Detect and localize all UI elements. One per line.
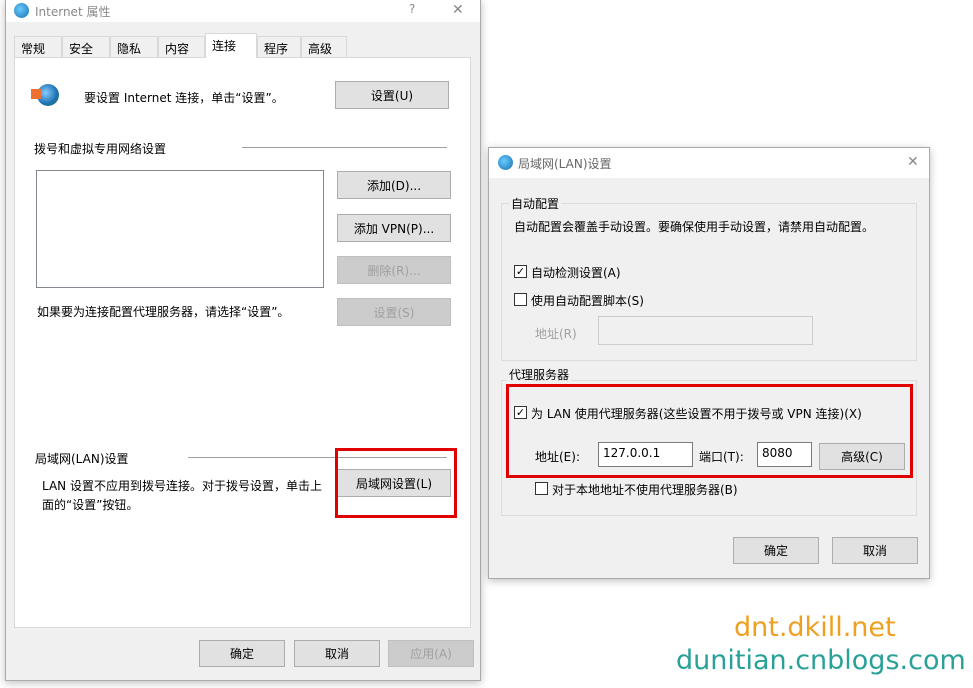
globe-icon bbox=[498, 155, 513, 170]
help-button[interactable]: ? bbox=[409, 2, 415, 16]
tab-security[interactable]: 安全 bbox=[62, 36, 110, 57]
auto-script-checkbox[interactable] bbox=[514, 293, 527, 306]
window-title: Internet 属性 bbox=[35, 5, 111, 19]
lan-close-button[interactable]: ✕ bbox=[907, 154, 919, 170]
title-bar: Internet 属性 ? ✕ bbox=[6, 0, 480, 22]
bypass-local-checkbox[interactable] bbox=[535, 482, 548, 495]
add-vpn-button[interactable]: 添加 VPN(P)... bbox=[337, 214, 451, 242]
auto-config-label: 自动配置 bbox=[509, 195, 562, 212]
proxy-hint: 如果要为连接配置代理服务器，请选择“设置”。 bbox=[37, 305, 290, 319]
lan-text: LAN 设置不应用到拨号连接。对于拨号设置，单击上面的“设置”按钮。 bbox=[42, 479, 322, 512]
tab-programs[interactable]: 程序 bbox=[257, 36, 301, 57]
auto-script-label[interactable]: 使用自动配置脚本(S) bbox=[531, 292, 644, 309]
tab-advanced[interactable]: 高级 bbox=[301, 36, 347, 57]
watermark-line1: dnt.dkill.net bbox=[734, 612, 896, 643]
highlight-box bbox=[506, 384, 913, 478]
tab-connections[interactable]: 连接 bbox=[205, 33, 257, 58]
tab-panel: 要设置 Internet 连接，单击“设置”。 设置(U) 拨号和虚拟专用网络设… bbox=[14, 57, 471, 628]
remove-button[interactable]: 删除(R)... bbox=[337, 256, 451, 284]
setup-button[interactable]: 设置(U) bbox=[335, 81, 449, 109]
lan-title: 局域网(LAN)设置 bbox=[518, 157, 612, 171]
close-button[interactable]: ✕ bbox=[452, 2, 464, 18]
auto-detect-label[interactable]: 自动检测设置(A) bbox=[531, 264, 621, 281]
ok-button[interactable]: 确定 bbox=[199, 640, 285, 667]
highlight-box bbox=[335, 448, 457, 518]
lan-ok-button[interactable]: 确定 bbox=[733, 537, 819, 564]
setup-text: 要设置 Internet 连接，单击“设置”。 bbox=[84, 91, 284, 105]
bypass-local-label[interactable]: 对于本地地址不使用代理服务器(B) bbox=[552, 481, 738, 498]
dialup-header: 拨号和虚拟专用网络设置 bbox=[34, 142, 167, 156]
watermark-line2: dunitian.cnblogs.com bbox=[676, 645, 966, 676]
script-address-label: 地址(R) bbox=[535, 327, 577, 341]
globe-icon bbox=[14, 3, 29, 18]
arrow-icon bbox=[31, 89, 41, 99]
cancel-button[interactable]: 取消 bbox=[294, 640, 380, 667]
auto-detect-checkbox[interactable]: ✓ bbox=[514, 265, 527, 278]
auto-config-desc: 自动配置会覆盖手动设置。要确保使用手动设置，请禁用自动配置。 bbox=[514, 220, 875, 234]
apply-button[interactable]: 应用(A) bbox=[388, 640, 474, 667]
tab-privacy[interactable]: 隐私 bbox=[110, 36, 158, 57]
settings-button[interactable]: 设置(S) bbox=[337, 298, 451, 326]
connections-list[interactable] bbox=[36, 170, 324, 288]
proxy-group-label: 代理服务器 bbox=[507, 366, 572, 383]
lan-cancel-button[interactable]: 取消 bbox=[832, 537, 918, 564]
tab-general[interactable]: 常规 bbox=[14, 36, 62, 57]
lan-title-bar: 局域网(LAN)设置 ✕ bbox=[489, 148, 929, 178]
internet-properties-window: Internet 属性 ? ✕ 常规 安全 隐私 内容 连接 程序 高级 要设置… bbox=[5, 0, 481, 681]
script-address-input[interactable] bbox=[598, 316, 813, 345]
add-button[interactable]: 添加(D)... bbox=[337, 171, 451, 199]
lan-settings-dialog: 局域网(LAN)设置 ✕ 自动配置 自动配置会覆盖手动设置。要确保使用手动设置，… bbox=[488, 147, 930, 579]
tab-content[interactable]: 内容 bbox=[158, 36, 205, 57]
lan-header: 局域网(LAN)设置 bbox=[35, 452, 129, 466]
